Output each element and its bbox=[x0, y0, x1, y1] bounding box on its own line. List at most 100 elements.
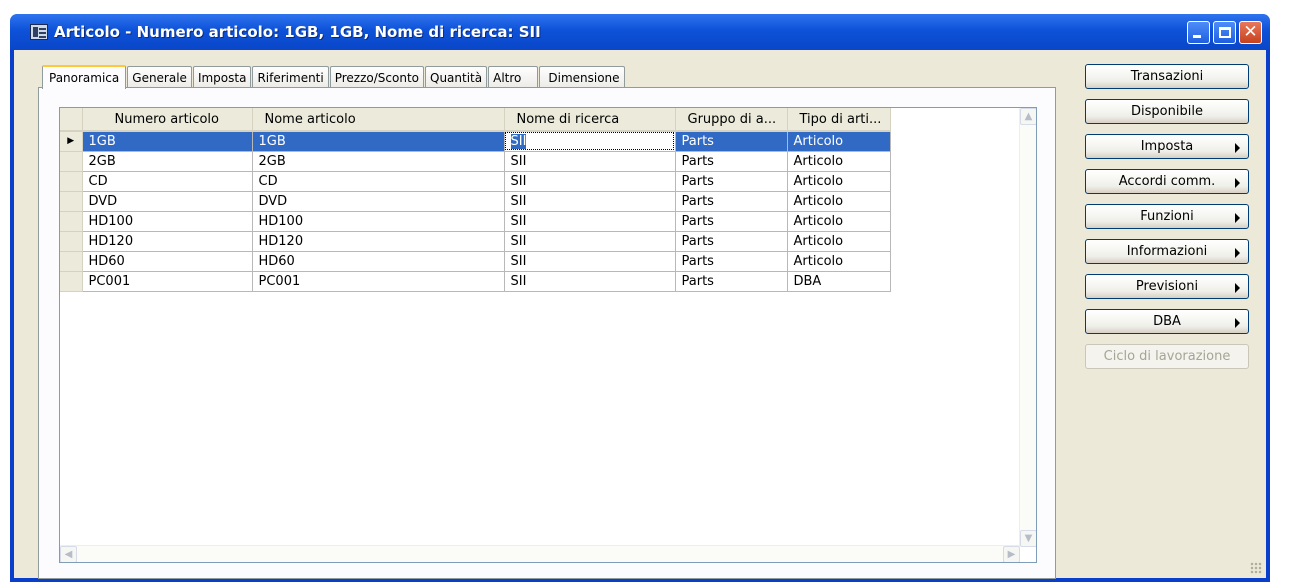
cell-gruppo[interactable]: Parts bbox=[675, 171, 788, 192]
title-bar[interactable]: Articolo - Numero articolo: 1GB, 1GB, No… bbox=[10, 14, 1270, 50]
cell-gruppo[interactable]: Parts bbox=[675, 231, 788, 252]
tab-riferimenti[interactable]: Riferimenti bbox=[252, 66, 329, 88]
table-row[interactable]: HD100 HD100 SII Parts Articolo bbox=[60, 211, 891, 232]
row-selector[interactable] bbox=[60, 191, 83, 212]
vertical-scrollbar[interactable]: ▲ ▼ bbox=[1019, 108, 1036, 547]
funzioni-menu-button[interactable]: Funzioni bbox=[1085, 204, 1249, 229]
cell-tipo[interactable]: Articolo bbox=[787, 191, 891, 212]
cell-nome-articolo[interactable]: 1GB bbox=[252, 131, 505, 152]
cell-nome-di-ricerca[interactable]: SII bbox=[504, 131, 676, 152]
cell-tipo[interactable]: Articolo bbox=[787, 251, 891, 272]
scroll-right-button[interactable]: ▶ bbox=[1003, 546, 1020, 562]
cell-nome-di-ricerca[interactable]: SII bbox=[504, 231, 676, 252]
imposta-menu-button[interactable]: Imposta bbox=[1085, 134, 1249, 159]
accordi-comm-menu-button[interactable]: Accordi comm. bbox=[1085, 169, 1249, 194]
tab-strip: Panoramica Generale Imposta Riferimenti … bbox=[42, 64, 626, 89]
row-selector[interactable] bbox=[60, 151, 83, 172]
cell-gruppo[interactable]: Parts bbox=[675, 131, 788, 152]
cell-tipo[interactable]: DBA bbox=[787, 271, 891, 292]
cell-edit-text[interactable]: SII bbox=[510, 133, 527, 149]
header-row: Numero articolo Nome articolo Nome di ri… bbox=[60, 108, 891, 132]
cell-nome-di-ricerca[interactable]: SII bbox=[504, 171, 676, 192]
cell-tipo[interactable]: Articolo bbox=[787, 151, 891, 172]
action-button-panel: Transazioni Disponibile Imposta Accordi … bbox=[1085, 64, 1249, 379]
articles-grid[interactable]: Numero articolo Nome articolo Nome di ri… bbox=[59, 107, 1037, 563]
tab-altro[interactable]: Altro bbox=[488, 66, 539, 88]
tab-panel-panoramica: Numero articolo Nome articolo Nome di ri… bbox=[38, 87, 1056, 579]
row-selector[interactable] bbox=[60, 171, 83, 192]
row-selector[interactable] bbox=[60, 231, 83, 252]
submenu-arrow-icon bbox=[1235, 178, 1240, 188]
button-label: DBA bbox=[1153, 314, 1181, 329]
row-marker-icon[interactable]: ▶ bbox=[60, 131, 83, 152]
previsioni-menu-button[interactable]: Previsioni bbox=[1085, 274, 1249, 299]
cell-gruppo[interactable]: Parts bbox=[675, 271, 788, 292]
cell-nome-articolo[interactable]: HD60 bbox=[252, 251, 505, 272]
table-row[interactable]: HD120 HD120 SII Parts Articolo bbox=[60, 231, 891, 252]
disponibile-button[interactable]: Disponibile bbox=[1085, 99, 1249, 124]
column-header-gruppo[interactable]: Gruppo di a... bbox=[675, 108, 788, 132]
cell-numero-articolo[interactable]: 2GB bbox=[82, 151, 253, 172]
cell-tipo[interactable]: Articolo bbox=[787, 231, 891, 252]
cell-nome-articolo[interactable]: DVD bbox=[252, 191, 505, 212]
informazioni-menu-button[interactable]: Informazioni bbox=[1085, 239, 1249, 264]
transazioni-button[interactable]: Transazioni bbox=[1085, 64, 1249, 89]
horizontal-scrollbar[interactable]: ◀ ▶ bbox=[60, 545, 1020, 562]
cell-numero-articolo[interactable]: DVD bbox=[82, 191, 253, 212]
resize-grip[interactable] bbox=[1250, 562, 1262, 574]
chevron-left-icon: ◀ bbox=[64, 549, 73, 560]
row-selector[interactable] bbox=[60, 211, 83, 232]
cell-tipo[interactable]: Articolo bbox=[787, 211, 891, 232]
cell-nome-di-ricerca[interactable]: SII bbox=[504, 271, 676, 292]
table-row[interactable]: DVD DVD SII Parts Articolo bbox=[60, 191, 891, 212]
tab-dimensione[interactable]: Dimensione bbox=[539, 66, 625, 88]
submenu-arrow-icon bbox=[1235, 283, 1240, 293]
column-header-nome-di-ricerca[interactable]: Nome di ricerca bbox=[504, 108, 676, 132]
scroll-up-button[interactable]: ▲ bbox=[1020, 108, 1036, 125]
table-row[interactable]: ▶ 1GB 1GB SII Parts Articolo bbox=[60, 131, 891, 152]
table-row[interactable]: HD60 HD60 SII Parts Articolo bbox=[60, 251, 891, 272]
cell-nome-di-ricerca[interactable]: SII bbox=[504, 151, 676, 172]
tab-prezzo-sconto[interactable]: Prezzo/Sconto bbox=[329, 66, 424, 88]
cell-nome-di-ricerca[interactable]: SII bbox=[504, 251, 676, 272]
column-header-numero-articolo[interactable]: Numero articolo bbox=[82, 108, 253, 132]
cell-nome-articolo[interactable]: PC001 bbox=[252, 271, 505, 292]
table-row[interactable]: PC001 PC001 SII Parts DBA bbox=[60, 271, 891, 292]
cell-tipo[interactable]: Articolo bbox=[787, 131, 891, 152]
cell-gruppo[interactable]: Parts bbox=[675, 191, 788, 212]
cell-numero-articolo[interactable]: HD100 bbox=[82, 211, 253, 232]
row-selector[interactable] bbox=[60, 271, 83, 292]
cell-nome-articolo[interactable]: 2GB bbox=[252, 151, 505, 172]
tab-panoramica[interactable]: Panoramica bbox=[42, 65, 127, 89]
cell-numero-articolo[interactable]: PC001 bbox=[82, 271, 253, 292]
cell-numero-articolo[interactable]: HD60 bbox=[82, 251, 253, 272]
maximize-button[interactable] bbox=[1213, 20, 1236, 44]
cell-nome-articolo[interactable]: HD100 bbox=[252, 211, 505, 232]
submenu-arrow-icon bbox=[1235, 143, 1240, 153]
cell-numero-articolo[interactable]: 1GB bbox=[82, 131, 253, 152]
minimize-button[interactable] bbox=[1187, 20, 1210, 44]
cell-numero-articolo[interactable]: CD bbox=[82, 171, 253, 192]
tab-imposta[interactable]: Imposta bbox=[192, 66, 252, 88]
cell-nome-di-ricerca[interactable]: SII bbox=[504, 211, 676, 232]
cell-nome-articolo[interactable]: CD bbox=[252, 171, 505, 192]
close-button[interactable]: ✕ bbox=[1239, 20, 1262, 44]
tab-generale[interactable]: Generale bbox=[127, 66, 192, 88]
table-row[interactable]: 2GB 2GB SII Parts Articolo bbox=[60, 151, 891, 172]
scroll-left-button[interactable]: ◀ bbox=[60, 546, 77, 562]
cell-gruppo[interactable]: Parts bbox=[675, 251, 788, 272]
row-selector[interactable] bbox=[60, 251, 83, 272]
button-label: Transazioni bbox=[1130, 69, 1204, 84]
cell-tipo[interactable]: Articolo bbox=[787, 171, 891, 192]
column-header-tipo[interactable]: Tipo di arti... bbox=[787, 108, 891, 132]
cell-nome-articolo[interactable]: HD120 bbox=[252, 231, 505, 252]
tab-quantita[interactable]: Quantità bbox=[425, 66, 488, 88]
dba-menu-button[interactable]: DBA bbox=[1085, 309, 1249, 334]
cell-gruppo[interactable]: Parts bbox=[675, 211, 788, 232]
column-header-nome-articolo[interactable]: Nome articolo bbox=[252, 108, 505, 132]
table-row[interactable]: CD CD SII Parts Articolo bbox=[60, 171, 891, 192]
scroll-down-button[interactable]: ▼ bbox=[1020, 530, 1036, 547]
cell-gruppo[interactable]: Parts bbox=[675, 151, 788, 172]
cell-nome-di-ricerca[interactable]: SII bbox=[504, 191, 676, 212]
cell-numero-articolo[interactable]: HD120 bbox=[82, 231, 253, 252]
